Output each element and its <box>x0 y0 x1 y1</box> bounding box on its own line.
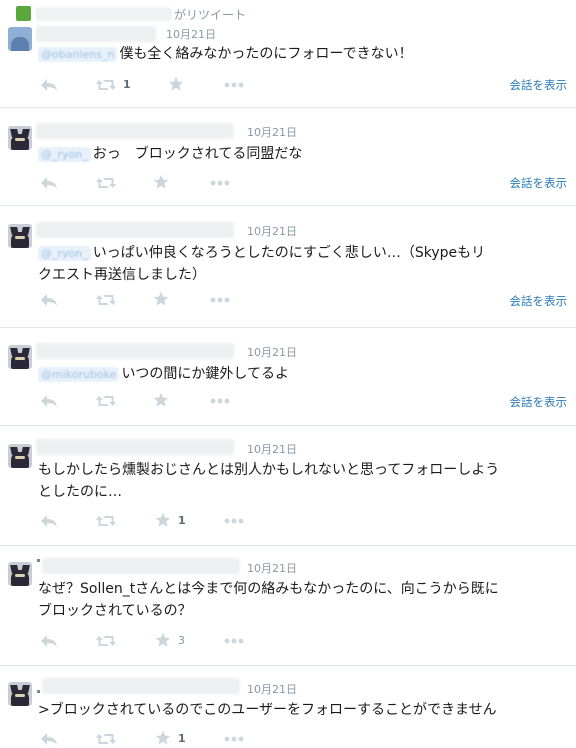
tweet-text: なぜ？Sollen_tさんとは今まで何の絡みもなかったのに、向こうから既に ブロ… <box>38 578 564 622</box>
tweet-date[interactable]: 10月21日 <box>247 560 297 576</box>
retweet-label: がリツイート <box>174 8 247 22</box>
avatar[interactable] <box>8 444 32 468</box>
tweet-text: @obanlens_n 僕も全く絡みなかったのにフォローできない！ <box>38 43 564 65</box>
tweet-date[interactable]: 10月21日 <box>247 441 297 457</box>
avatar[interactable] <box>8 126 32 150</box>
more-options-icon[interactable] <box>210 180 230 198</box>
tweet-text: もしかしたら燻製おじさんとは別人かもしれないと思ってフォローしよう としたのに… <box>38 459 564 503</box>
tweet-body: おっ ブロックされてる同盟だな <box>92 146 303 162</box>
favorite-icon[interactable] <box>155 730 171 748</box>
tweet-text: @_ryon_ おっ ブロックされてる同盟だな <box>38 143 564 165</box>
tweet[interactable]: 10月21日 @mikoruboke いつの間にか鍵外してるよ 会話を表示 <box>0 328 576 426</box>
tweet-body: いつの間にか鍵外してるよ <box>121 366 290 382</box>
favorite-icon[interactable] <box>153 174 169 192</box>
view-conversation-link[interactable]: 会話を表示 <box>510 293 568 309</box>
tweet[interactable]: 10月21日 @_ryon_ いっぱい仲良くなろうとしたのにすごく悲しい…（Sky… <box>0 206 576 328</box>
tweet-body-line-2: としたのに… <box>38 484 122 500</box>
mention-link[interactable]: @_ryon_ <box>38 245 91 261</box>
more-options-icon[interactable] <box>224 736 244 748</box>
tweet-date[interactable]: 10月21日 <box>247 344 297 360</box>
reply-icon[interactable] <box>40 634 58 652</box>
user-name-blurred[interactable] <box>42 558 240 574</box>
retweet-icon[interactable] <box>95 634 117 652</box>
reply-icon[interactable] <box>40 78 58 96</box>
favorite-icon[interactable] <box>153 392 169 410</box>
user-name-blurred[interactable] <box>42 678 240 694</box>
more-options-icon[interactable] <box>224 518 244 536</box>
avatar[interactable] <box>8 27 32 51</box>
user-name-blurred[interactable] <box>36 26 156 42</box>
avatar[interactable] <box>8 345 32 369</box>
separator-dot <box>37 559 40 562</box>
tweet-date[interactable]: 10月21日 <box>247 223 297 239</box>
tweet-date[interactable]: 10月21日 <box>166 26 216 42</box>
avatar[interactable] <box>8 224 32 248</box>
tweet-text: @_ryon_ いっぱい仲良くなろうとしたのにすごく悲しい…（Skypeもリ クエ… <box>38 242 564 286</box>
user-name-blurred[interactable] <box>36 123 234 139</box>
tweet-body-line-1: いっぱい仲良くなろうとしたのにすごく悲しい…（Skypeもリ <box>92 245 486 261</box>
retweet-icon[interactable] <box>95 176 117 194</box>
user-name-blurred[interactable] <box>36 343 234 359</box>
tweet-body-line-2: クエスト再送信しました） <box>38 267 206 283</box>
tweet[interactable]: 10月21日 もしかしたら燻製おじさんとは別人かもしれないと思ってフォローしよう… <box>0 426 576 546</box>
separator-dot <box>37 690 40 693</box>
retweet-icon[interactable] <box>95 78 117 96</box>
reply-icon[interactable] <box>40 732 58 748</box>
tweet-text: @mikoruboke いつの間にか鍵外してるよ <box>38 363 564 385</box>
favorite-icon[interactable] <box>155 632 171 650</box>
tweet[interactable]: 10月21日 @_ryon_ おっ ブロックされてる同盟だな 会話を表示 <box>0 108 576 206</box>
tweet[interactable]: 10月21日 なぜ？Sollen_tさんとは今まで何の絡みもなかったのに、向こう… <box>0 546 576 666</box>
retweeter-name-blurred <box>36 7 172 21</box>
mention-link[interactable]: @obanlens_n <box>38 46 118 62</box>
reply-icon[interactable] <box>40 394 58 412</box>
tweet-text: >ブロックされているのでこのユーザーをフォローすることができません <box>38 699 564 721</box>
tweet-body: >ブロックされているのでこのユーザーをフォローすることができません <box>38 702 497 718</box>
retweet-icon[interactable] <box>95 293 117 311</box>
more-options-icon[interactable] <box>210 297 230 315</box>
tweet-body-line-1: なぜ？Sollen_tさんとは今まで何の絡みもなかったのに、向こうから既に <box>38 581 499 597</box>
view-conversation-link[interactable]: 会話を表示 <box>510 77 568 93</box>
reply-icon[interactable] <box>40 293 58 311</box>
view-conversation-link[interactable]: 会話を表示 <box>510 175 568 191</box>
favorite-icon[interactable] <box>155 512 171 530</box>
favorite-count: 1 <box>178 732 186 745</box>
favorite-count: 1 <box>178 514 186 527</box>
retweet-icon[interactable] <box>95 514 117 532</box>
favorite-icon[interactable] <box>153 291 169 309</box>
avatar[interactable] <box>8 682 32 706</box>
avatar[interactable] <box>8 562 32 586</box>
tweet-date[interactable]: 10月21日 <box>247 681 297 697</box>
more-options-icon[interactable] <box>224 82 244 100</box>
retweet-icon <box>16 6 31 21</box>
tweet[interactable]: 10月21日 >ブロックされているのでこのユーザーをフォローすることができません… <box>0 666 576 748</box>
reply-icon[interactable] <box>40 514 58 532</box>
tweet-body-line-2: ブロックされているの？ <box>38 603 192 619</box>
mention-link[interactable]: @mikoruboke <box>38 366 120 382</box>
favorite-icon[interactable] <box>168 76 184 94</box>
retweet-icon[interactable] <box>95 732 117 748</box>
tweet-body: 僕も全く絡みなかったのにフォローできない！ <box>119 46 413 62</box>
mention-link[interactable]: @_ryon_ <box>38 146 91 162</box>
retweet-icon[interactable] <box>95 394 117 412</box>
more-options-icon[interactable] <box>224 638 244 656</box>
retweet-count: 1 <box>123 78 131 91</box>
tweet-body-line-1: もしかしたら燻製おじさんとは別人かもしれないと思ってフォローしよう <box>38 462 500 478</box>
tweet-date[interactable]: 10月21日 <box>247 124 297 140</box>
more-options-icon[interactable] <box>210 398 230 416</box>
view-conversation-link[interactable]: 会話を表示 <box>510 394 568 410</box>
favorite-count: 3 <box>178 634 185 647</box>
tweet[interactable]: がリツイート 10月21日 @obanlens_n 僕も全く絡みなかったのにフォロ… <box>0 0 576 108</box>
reply-icon[interactable] <box>40 176 58 194</box>
user-name-blurred[interactable] <box>36 439 234 455</box>
user-name-blurred[interactable] <box>36 222 234 238</box>
